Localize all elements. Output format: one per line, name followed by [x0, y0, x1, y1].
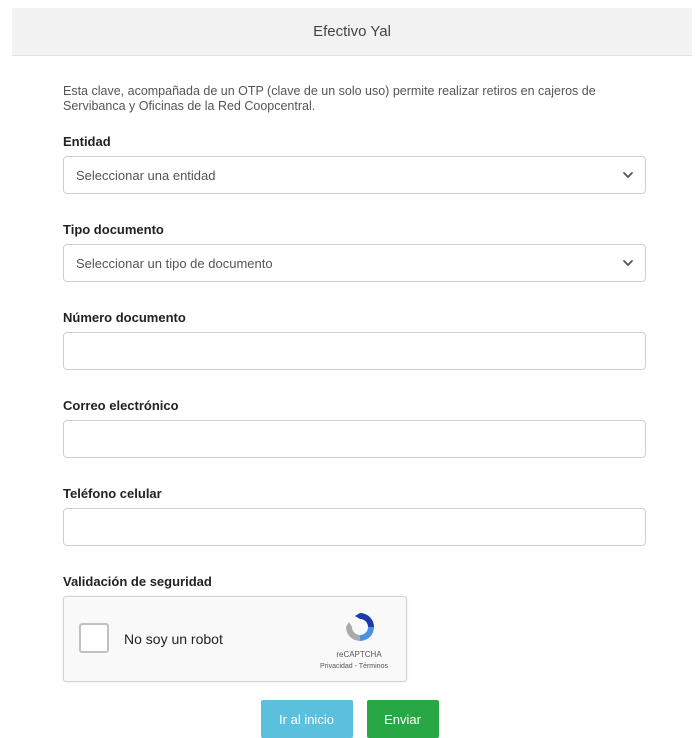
security-group: Validación de seguridad No soy un robot … [63, 574, 646, 682]
captcha-checkbox[interactable] [79, 623, 109, 653]
recaptcha-icon [346, 613, 374, 641]
page-header: Efectivo Yal [12, 8, 692, 56]
correo-label: Correo electrónico [63, 398, 179, 413]
tipo-documento-select-value: Seleccionar un tipo de documento [76, 255, 273, 271]
entidad-select[interactable]: Seleccionar una entidad [63, 156, 646, 194]
correo-input[interactable] [63, 420, 646, 458]
chevron-down-icon [623, 172, 633, 178]
send-button[interactable]: Enviar [366, 700, 439, 738]
correo-group: Correo electrónico [63, 398, 646, 458]
telefono-label: Teléfono celular [63, 486, 162, 501]
entidad-group: Entidad Seleccionar una entidad [63, 134, 646, 194]
numero-documento-group: Número documento [63, 310, 646, 370]
form-actions: Ir al inicio Enviar [0, 700, 699, 738]
form: Esta clave, acompañada de un OTP (clave … [63, 84, 646, 682]
entidad-select-value: Seleccionar una entidad [76, 167, 216, 183]
intro-text: Esta clave, acompañada de un OTP (clave … [63, 84, 596, 113]
security-label: Validación de seguridad [63, 574, 212, 589]
telefono-input[interactable] [63, 508, 646, 546]
numero-documento-input[interactable] [63, 332, 646, 370]
telefono-group: Teléfono celular [63, 486, 646, 546]
tipo-documento-select[interactable]: Seleccionar un tipo de documento [63, 244, 646, 282]
recaptcha-widget: No soy un robot reCAPTCHA Privacidad - T… [63, 596, 407, 682]
page-title: Efectivo Yal [313, 23, 391, 40]
captcha-label: No soy un robot [124, 631, 223, 647]
tipo-documento-label: Tipo documento [63, 222, 164, 237]
numero-documento-label: Número documento [63, 310, 186, 325]
recaptcha-brand: reCAPTCHA [336, 650, 382, 659]
home-button[interactable]: Ir al inicio [260, 700, 353, 738]
entidad-label: Entidad [63, 134, 111, 149]
recaptcha-terms[interactable]: Privacidad - Términos [299, 663, 409, 670]
tipo-documento-group: Tipo documento Seleccionar un tipo de do… [63, 222, 646, 282]
chevron-down-icon [623, 260, 633, 266]
